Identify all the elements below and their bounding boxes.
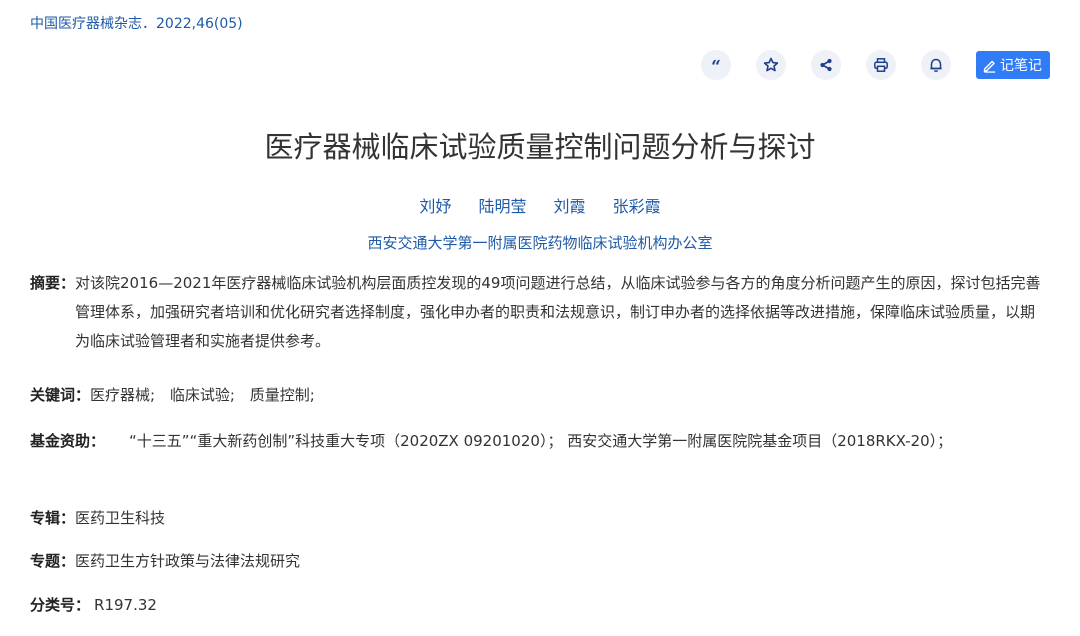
abstract-text: 对该院2016—2021年医疗器械临床试验机构层面质控发现的49项问题进行总结，… [75,274,1041,350]
topic-value: 医药卫生方针政策与法律法规研究 [75,552,301,570]
topic-label: 专题： [30,552,76,570]
print-button[interactable] [866,50,896,80]
printer-icon [873,57,889,73]
abstract-label: 摘要： [30,274,76,292]
take-note-button[interactable]: 记笔记 [976,51,1050,79]
take-note-label: 记笔记 [1000,58,1042,74]
classification-row: 分类号： R197.32 [30,591,1050,620]
keyword-link[interactable]: 质量控制; [250,386,315,404]
classification-label: 分类号： [30,596,91,614]
share-icon [818,57,834,73]
author-list: 刘妤 陆明莹 刘霞 张彩霞 [0,193,1080,217]
funding-label: 基金资助： [30,432,106,450]
article-title: 医疗器械临床试验质量控制问题分析与探讨 [264,130,816,164]
cite-button[interactable]: “ [701,50,731,80]
quote-icon: “ [708,57,724,73]
classification-value: R197.32 [94,596,157,614]
favorite-button[interactable] [756,50,786,80]
album-value: 医药卫生科技 [75,509,166,527]
star-icon [763,57,779,73]
bell-icon [928,57,944,73]
article-toolbar: “ 记笔记 [701,50,1050,80]
affiliation-link[interactable]: 西安交通大学第一附属医院药物临床试验机构办公室 [0,232,1080,253]
author-link[interactable]: 陆明莹 [478,197,526,216]
topic-row: 专题： 医药卫生方针政策与法律法规研究 [30,547,1050,576]
keywords-row: 关键词： 医疗器械; 临床试验; 质量控制; [30,381,1050,410]
album-label: 专辑： [30,509,76,527]
album-row: 专辑： 医药卫生科技 [30,504,1050,533]
keywords-label: 关键词： [30,386,91,404]
svg-text:“: “ [711,57,721,73]
keyword-link[interactable]: 医疗器械; [90,386,155,404]
keyword-link[interactable]: 临床试验; [170,386,235,404]
funding-text[interactable]: “十三五”“重大新药创制”科技重大专项（2020ZX 09201020）； 西安… [105,427,1050,456]
author-link[interactable]: 张彩霞 [613,197,661,216]
alert-button[interactable] [921,50,951,80]
journal-source[interactable]: 中国医疗器械杂志．2022,46(05) [30,13,243,33]
keywords-value: 医疗器械; 临床试验; 质量控制; [90,381,1050,410]
share-button[interactable] [811,50,841,80]
author-link[interactable]: 刘霞 [554,197,586,216]
abstract-row: 摘要： 对该院2016—2021年医疗器械临床试验机构层面质控发现的49项问题进… [30,269,1050,356]
author-link[interactable]: 刘妤 [419,197,451,216]
pencil-icon [982,58,997,73]
funding-row: 基金资助： “十三五”“重大新药创制”科技重大专项（2020ZX 0920102… [30,427,1050,456]
